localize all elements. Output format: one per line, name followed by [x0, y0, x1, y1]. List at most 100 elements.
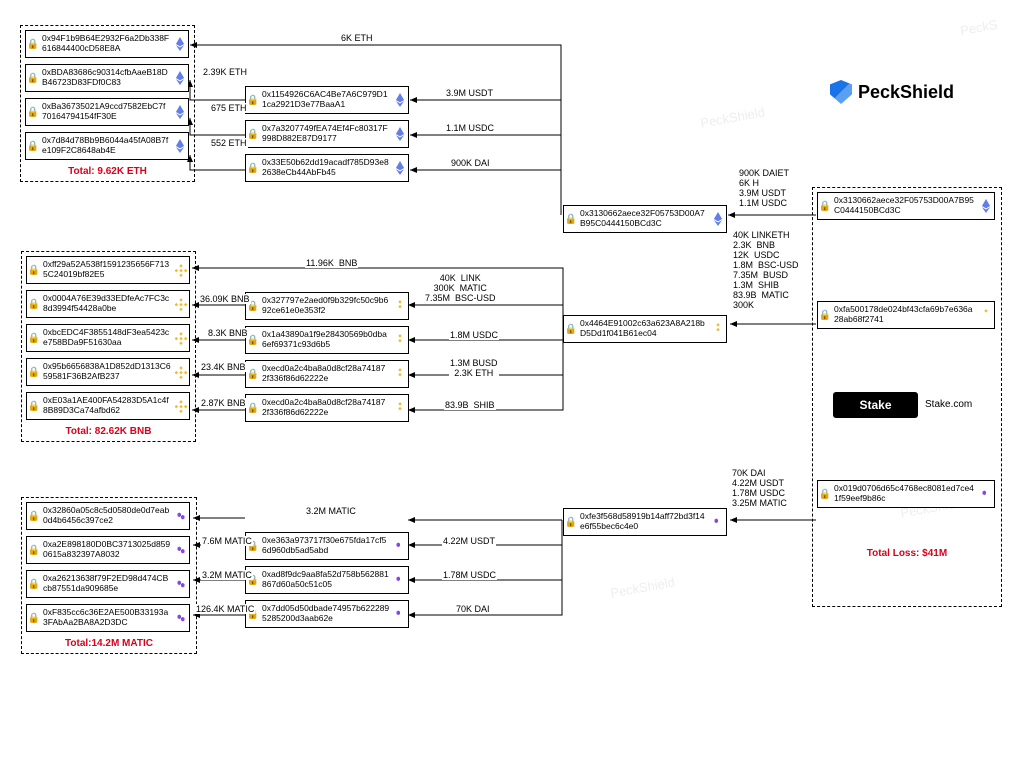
address: 0x3130662aece32F05753D00A7B95C0444150BCd… — [832, 196, 978, 216]
eth-icon — [710, 212, 726, 226]
address: 0x019d0706d65c4768ec8081ed7ce41f59eef9b8… — [832, 484, 978, 504]
address: 0xBa36735021A9ccd7582EbC7f70164794154fF3… — [40, 102, 172, 122]
bnb-icon — [978, 308, 994, 322]
eth-icon — [392, 127, 408, 141]
edge-label: 23.4K BNB — [200, 362, 247, 372]
addr-box: 🔒0x7d84d78Bb9B6044a45fA08B7fe109F2C8648a… — [25, 132, 189, 160]
bnb-hub: 🔒0x4464E91002c63a623A8A218bD5Dd1f041B61e… — [563, 315, 727, 343]
stake-logo: Stake — [833, 392, 918, 418]
bnb-mid-col: 🔒 0x327797e2aed0f9b329fc50c9b692ce61e0e35… — [245, 292, 409, 422]
bnb-icon — [173, 331, 189, 345]
addr-box: 🔒0xa26213638f79F2ED98d474CBcb87551da9096… — [26, 570, 190, 598]
addr-box: 🔒0x3130662aece32F05753D00A7B95C0444150BC… — [817, 192, 995, 220]
lock-icon: 🔒 — [26, 141, 40, 152]
address: 0xad8f9dc9aa8fa52d758b562881867d60a50c51… — [260, 570, 392, 590]
edge-label: 675 ETH — [210, 103, 248, 113]
address: 0x32860a05c8c5d0580de0d7eab0d4b6456c397c… — [41, 506, 173, 526]
address: 0x7d84d78Bb9B6044a45fA08B7fe109F2C8648ab… — [40, 136, 172, 156]
addr-box: 🔒0xa2E898180D0BC3713025d8590615a832397A8… — [26, 536, 190, 564]
addr-box: 🔒0x0004A76E39d33EDfeAc7FC3c8d3994f54428a… — [26, 290, 190, 318]
group-total: Total: 82.62K BNB — [26, 426, 191, 437]
eth-icon — [978, 199, 994, 213]
edge-label: 900K DAIET 6K H 3.9M USDT 1.1M USDC — [738, 168, 790, 208]
stake-text: Stake — [859, 398, 891, 412]
eth-hub: 🔒0x3130662aece32F05753D00A7B95C0444150BC… — [563, 205, 727, 233]
address: 0xe363a973717f30e675fda17cf56d960db5ad5a… — [260, 536, 392, 556]
lock-icon: 🔒 — [246, 403, 260, 414]
address: 0x3130662aece32F05753D00A7B95C0444150BCd… — [578, 209, 710, 229]
bnb-icon — [710, 322, 726, 336]
brand-name: PeckShield — [858, 82, 954, 103]
lock-icon: 🔒 — [27, 367, 41, 378]
edge-label: 6K ETH — [340, 33, 374, 43]
edge-label: 3.2M MATIC — [201, 570, 253, 580]
bnb-icon — [392, 367, 408, 381]
lock-icon: 🔒 — [26, 107, 40, 118]
addr-box: 🔒0x1a43890a1f9e28430569b0dba6ef69371c93d… — [245, 326, 409, 354]
addr-box: 🔒0xBa36735021A9ccd7582EbC7f70164794154fF… — [25, 98, 189, 126]
matic-mid-col: 🔒0xe363a973717f30e675fda17cf56d960db5ad5… — [245, 532, 409, 628]
address: 0xecd0a2c4ba8a0d8cf28a741872f336f86d6222… — [260, 398, 392, 418]
address: 0x7dd05d50dbade74957b6222895285200d3aab6… — [260, 604, 392, 624]
addr-box: 🔒0xBDA83686c90314cfbAaeB18DB46723D83FDf0… — [25, 64, 189, 92]
addr-box: 🔒0x7dd05d50dbade74957b6222895285200d3aab… — [245, 600, 409, 628]
edge-label: 552 ETH — [210, 138, 248, 148]
lock-icon: 🔒 — [246, 369, 260, 380]
edge-label: 36.09K BNB — [199, 294, 251, 304]
address: 0xfa500178de024bf43cfa69b7e636a28ab68f27… — [832, 305, 978, 325]
address: 0xff29a52A538f1591235656F7135C24019bf82E… — [41, 260, 173, 280]
lock-icon: 🔒 — [27, 333, 41, 344]
eth-icon — [172, 105, 188, 119]
edge-label: 11.96K BNB — [305, 258, 358, 268]
eth-icon — [172, 71, 188, 85]
address: 0x327797e2aed0f9b329fc50c9b692ce61e0e353… — [260, 296, 392, 316]
address: 0x1a43890a1f9e28430569b0dba6ef69371c93d6… — [260, 330, 392, 350]
addr-box: 🔒0xecd0a2c4ba8a0d8cf28a741872f336f86d622… — [245, 394, 409, 422]
address: 0x4464E91002c63a623A8A218bD5Dd1f041B61ec… — [578, 319, 710, 339]
addr-box: 🔒0xbcEDC4F3855148dF3ea5423ce758BDa9F5163… — [26, 324, 190, 352]
addr-box: 🔒0xe363a973717f30e675fda17cf56d960db5ad5… — [245, 532, 409, 560]
edge-label: 1.78M USDC — [442, 570, 497, 580]
lock-icon: 🔒 — [27, 299, 41, 310]
matic-hub: 🔒0xfe3f568d58919b14aff72bd3f14e6f55bec6c… — [563, 508, 727, 536]
address: 0x1154926C6AC4Be7A6C979D11ca2921D3e77Baa… — [260, 90, 392, 110]
lock-icon: 🔒 — [246, 129, 260, 140]
address: 0x7a3207749fEA74Ef4Fc80317F998D882E87D91… — [260, 124, 392, 144]
address: 0xa2E898180D0BC3713025d8590615a832397A80… — [41, 540, 173, 560]
address: 0xE03a1AE400FA54283D5A1c4f8B89D3Ca74afbd… — [41, 396, 173, 416]
polygon-icon — [173, 577, 189, 591]
group-eth-dest: 🔒0x94F1b9B64E2932F6a2Db338F616844400cD58… — [20, 25, 195, 182]
address: 0x0004A76E39d33EDfeAc7FC3c8d3994f54428a0… — [41, 294, 173, 314]
lock-icon: 🔒 — [27, 613, 41, 624]
address: 0xfe3f568d58919b14aff72bd3f14e6f55bec6c4… — [578, 512, 710, 532]
addr-box: 🔒0x33E50b62dd19acadf785D93e82638eCb44AbF… — [245, 154, 409, 182]
address: 0x94F1b9B64E2932F6a2Db338F616844400cD58E… — [40, 34, 172, 54]
bnb-icon — [392, 333, 408, 347]
lock-icon: 🔒 — [26, 39, 40, 50]
bnb-icon — [392, 299, 408, 313]
eth-icon — [172, 139, 188, 153]
polygon-icon — [710, 515, 726, 529]
edge-label: 83.9B SHIB — [444, 400, 496, 410]
lock-icon: 🔒 — [27, 545, 41, 556]
edge-label: 1.8M USDC — [449, 330, 499, 340]
edge-label: 126.4K MATIC — [195, 604, 255, 614]
lock-icon: 🔒 — [564, 214, 578, 225]
address: 0x33E50b62dd19acadf785D93e82638eCb44AbFb… — [260, 158, 392, 178]
addr-box: 🔒0xE03a1AE400FA54283D5A1c4f8B89D3Ca74afb… — [26, 392, 190, 420]
edge-label: 40K LINK 300K MATIC 7.35M BSC-USD — [424, 273, 497, 303]
lock-icon: 🔒 — [818, 489, 832, 500]
addr-box: 🔒0xecd0a2c4ba8a0d8cf28a741872f336f86d622… — [245, 360, 409, 388]
addr-box: 🔒0xF835cc6c36E2AE500B33193a3FAbAa2BA8A2D… — [26, 604, 190, 632]
addr-box: 🔒0xff29a52A538f1591235656F7135C24019bf82… — [26, 256, 190, 284]
shield-icon — [830, 80, 852, 104]
polygon-icon — [392, 539, 408, 553]
edge-label: 8.3K BNB — [207, 328, 249, 338]
group-matic-dest: 🔒 0x32860a05c8c5d0580de0d7eab0d4b6456c397… — [21, 497, 197, 654]
edge-label: 2.87K BNB — [200, 398, 247, 408]
edge-label: 70K DAI — [455, 604, 491, 614]
eth-icon — [172, 37, 188, 51]
addr-box: 🔒0xad8f9dc9aa8fa52d758b562881867d60a50c5… — [245, 566, 409, 594]
peckshield-logo: PeckShield — [830, 80, 954, 104]
edge-label: 3.9M USDT — [445, 88, 494, 98]
